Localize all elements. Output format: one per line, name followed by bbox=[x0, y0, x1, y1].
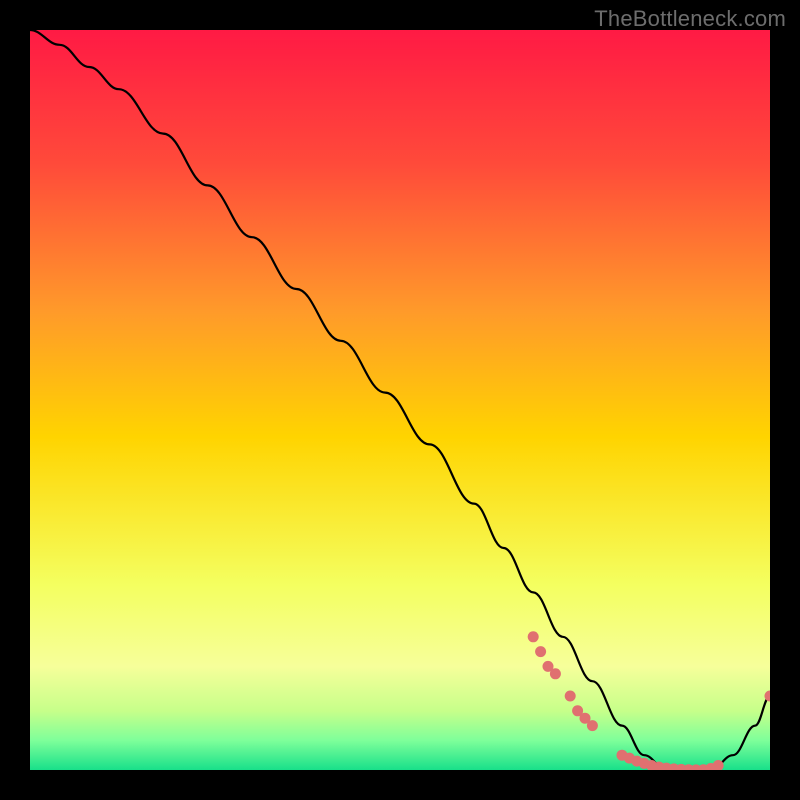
chart-svg bbox=[30, 30, 770, 770]
gradient-background bbox=[30, 30, 770, 770]
data-point bbox=[528, 631, 539, 642]
bottleneck-chart bbox=[30, 30, 770, 770]
data-point bbox=[535, 646, 546, 657]
data-point bbox=[550, 668, 561, 679]
watermark-text: TheBottleneck.com bbox=[594, 6, 786, 32]
data-point bbox=[565, 691, 576, 702]
data-point bbox=[587, 720, 598, 731]
